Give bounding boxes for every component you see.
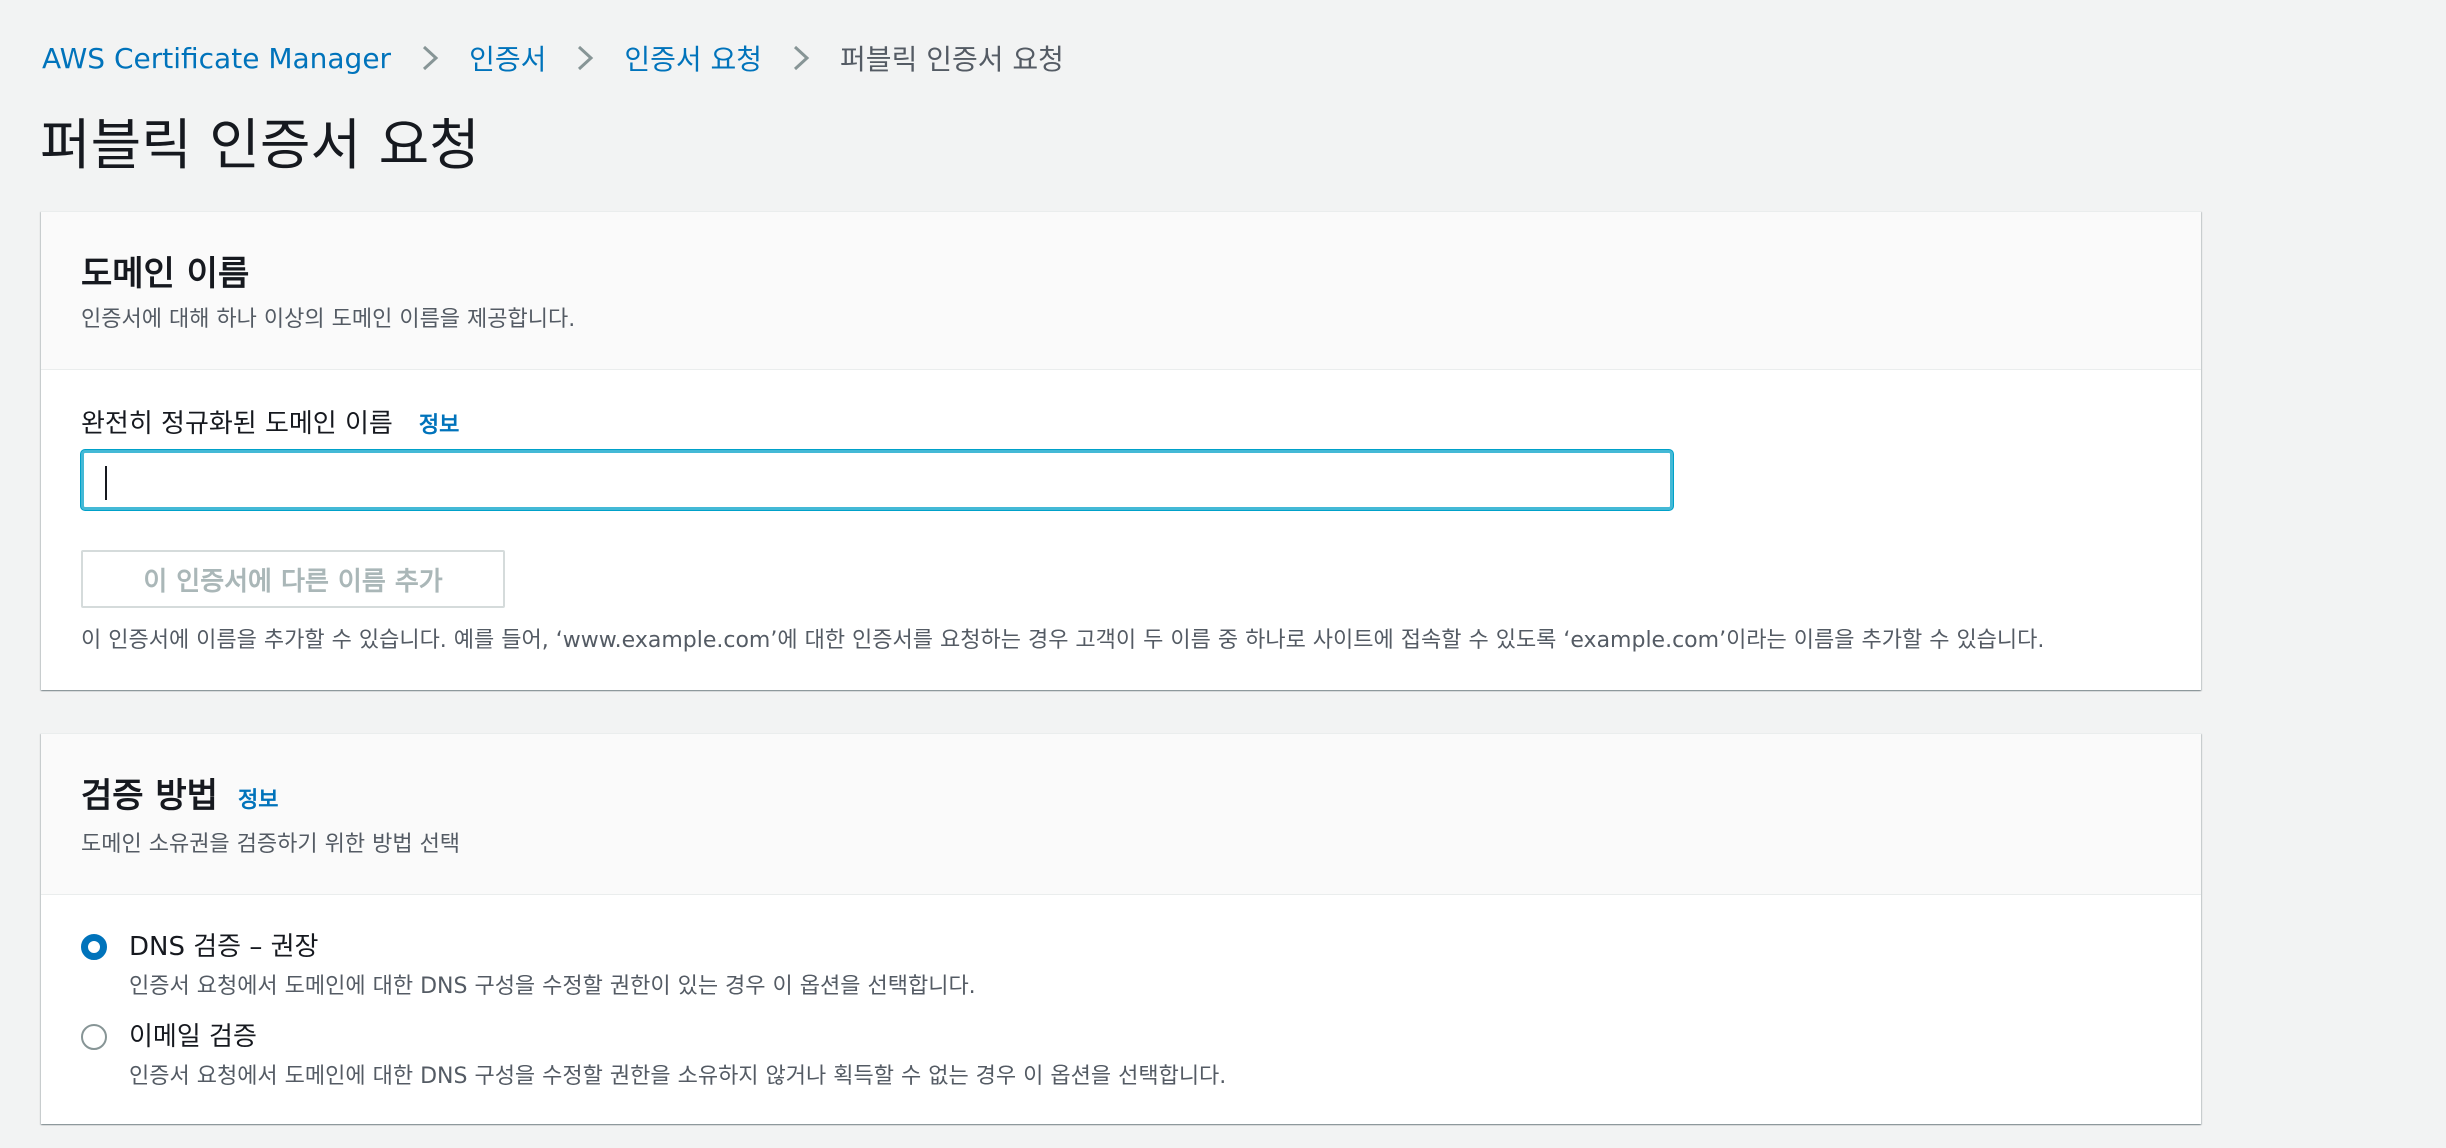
fqdn-field-label: 완전히 정규화된 도메인 이름 정보 — [81, 403, 459, 440]
dns-validation-label[interactable]: DNS 검증 – 권장 — [129, 930, 976, 964]
domain-names-header: 도메인 이름 인증서에 대해 하나 이상의 도메인 이름을 제공합니다. — [41, 212, 2201, 370]
dns-validation-text: DNS 검증 – 권장 인증서 요청에서 도메인에 대한 DNS 구성을 수정할… — [129, 930, 976, 1000]
dns-validation-radio[interactable] — [81, 934, 107, 960]
email-validation-radio[interactable] — [81, 1024, 107, 1050]
email-validation-label[interactable]: 이메일 검증 — [129, 1020, 1226, 1054]
breadcrumb-link-request-certificate[interactable]: 인증서 요청 — [624, 38, 762, 78]
text-caret — [105, 466, 107, 500]
validation-method-panel: 검증 방법 정보 도메인 소유권을 검증하기 위한 방법 선택 DNS 검증 –… — [41, 733, 2201, 1124]
fqdn-label-text: 완전히 정규화된 도메인 이름 — [81, 409, 393, 439]
validation-info-link[interactable]: 정보 — [238, 782, 278, 814]
fqdn-input[interactable] — [81, 450, 1673, 510]
breadcrumb: AWS Certificate Manager 인증서 인증서 요청 퍼블릭 인… — [42, 38, 1064, 78]
validation-method-title: 검증 방법 정보 — [81, 768, 278, 817]
dns-validation-description: 인증서 요청에서 도메인에 대한 DNS 구성을 수정할 권한이 있는 경우 이… — [129, 974, 976, 999]
validation-method-description: 도메인 소유권을 검증하기 위한 방법 선택 — [81, 832, 461, 857]
page-title: 퍼블릭 인증서 요청 — [40, 113, 480, 177]
validation-method-header: 검증 방법 정보 도메인 소유권을 검증하기 위한 방법 선택 — [41, 734, 2201, 895]
chevron-right-icon — [417, 43, 443, 73]
chevron-right-icon — [572, 43, 598, 73]
email-validation-description: 인증서 요청에서 도메인에 대한 DNS 구성을 수정할 권한을 소유하지 않거… — [129, 1064, 1227, 1089]
add-another-name-button[interactable]: 이 인증서에 다른 이름 추가 — [81, 550, 505, 608]
domain-names-panel: 도메인 이름 인증서에 대해 하나 이상의 도메인 이름을 제공합니다. 완전히… — [41, 211, 2201, 690]
add-name-hint: 이 인증서에 이름을 추가할 수 있습니다. 예를 들어, ‘www.examp… — [81, 628, 2045, 653]
fqdn-info-link[interactable]: 정보 — [419, 407, 459, 439]
dns-validation-option[interactable]: DNS 검증 – 권장 인증서 요청에서 도메인에 대한 DNS 구성을 수정할… — [81, 930, 976, 1000]
email-validation-option[interactable]: 이메일 검증 인증서 요청에서 도메인에 대한 DNS 구성을 수정할 권한을 … — [81, 1020, 1226, 1090]
breadcrumb-link-acm[interactable]: AWS Certificate Manager — [42, 42, 391, 75]
domain-names-title: 도메인 이름 — [81, 246, 249, 295]
domain-names-title-text: 도메인 이름 — [81, 254, 250, 294]
validation-method-title-text: 검증 방법 — [81, 776, 218, 816]
email-validation-text: 이메일 검증 인증서 요청에서 도메인에 대한 DNS 구성을 수정할 권한을 … — [129, 1020, 1226, 1090]
domain-names-description: 인증서에 대해 하나 이상의 도메인 이름을 제공합니다. — [81, 307, 576, 332]
chevron-right-icon — [788, 43, 814, 73]
breadcrumb-link-certificates[interactable]: 인증서 — [469, 38, 546, 78]
breadcrumb-current: 퍼블릭 인증서 요청 — [840, 43, 1064, 76]
